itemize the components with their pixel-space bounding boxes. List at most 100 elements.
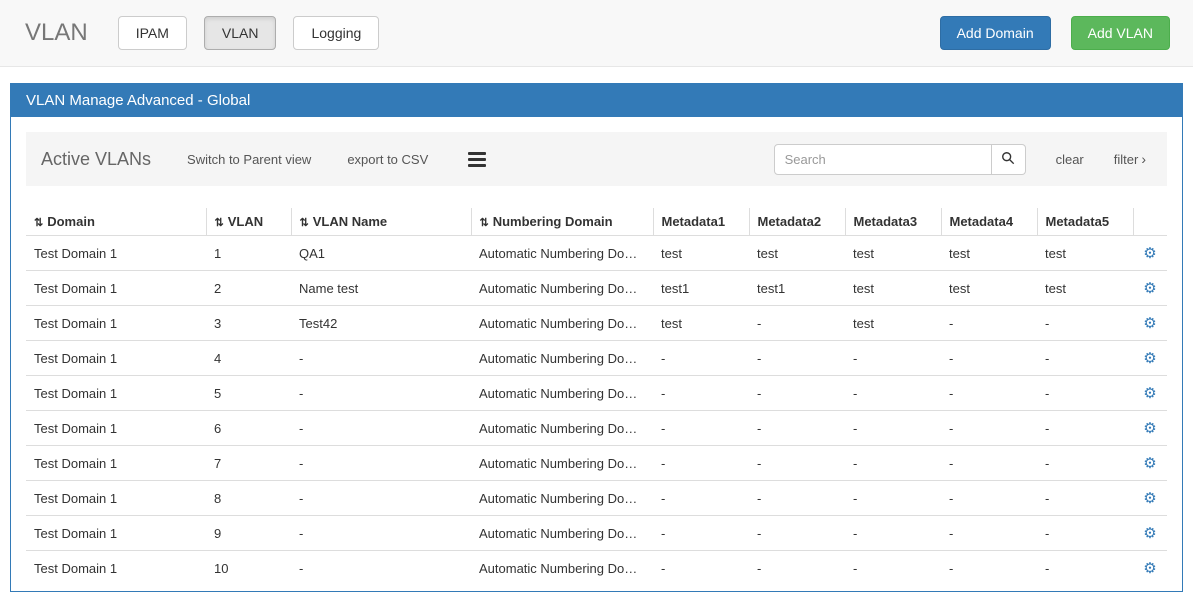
tab-vlan[interactable]: VLAN (204, 16, 277, 50)
gear-icon[interactable]: ⚙ (1143, 455, 1156, 472)
table-cell: 1 (206, 236, 291, 271)
table-cell: - (653, 481, 749, 516)
table-cell: test (1037, 271, 1133, 306)
table-cell: - (653, 376, 749, 411)
row-actions-cell: ⚙ (1133, 516, 1167, 551)
export-csv-link[interactable]: export to CSV (347, 152, 428, 167)
column-header-numbering-domain[interactable]: ⇅Numbering Domain (471, 208, 653, 236)
table-cell: - (845, 551, 941, 586)
gear-icon[interactable]: ⚙ (1143, 245, 1156, 262)
table-cell: Test Domain 1 (26, 306, 206, 341)
vlan-panel: VLAN Manage Advanced - Global Active VLA… (10, 83, 1183, 592)
table-cell: - (749, 376, 845, 411)
table-cell: - (749, 341, 845, 376)
table-cell: - (291, 341, 471, 376)
gear-icon[interactable]: ⚙ (1143, 525, 1156, 542)
table-cell: Test Domain 1 (26, 411, 206, 446)
sort-icon: ⇅ (300, 217, 309, 229)
table-cell: Test Domain 1 (26, 271, 206, 306)
gear-icon[interactable]: ⚙ (1143, 385, 1156, 402)
table-cell: - (653, 551, 749, 586)
top-navbar: VLAN IPAM VLAN Logging Add Domain Add VL… (0, 0, 1193, 67)
active-vlans-title: Active VLANs (41, 149, 151, 170)
gear-icon[interactable]: ⚙ (1143, 560, 1156, 577)
tab-logging[interactable]: Logging (293, 16, 379, 50)
table-cell: Automatic Numbering Doma... (471, 481, 653, 516)
table-row: Test Domain 12Name testAutomatic Numberi… (26, 271, 1167, 306)
table-cell: Test Domain 1 (26, 481, 206, 516)
table-cell: - (1037, 516, 1133, 551)
table-cell: test (845, 236, 941, 271)
table-cell: 10 (206, 551, 291, 586)
vlan-table: ⇅Domain⇅VLAN⇅VLAN Name⇅Numbering Domain M… (26, 208, 1167, 585)
gear-icon[interactable]: ⚙ (1143, 315, 1156, 332)
column-header-actions (1133, 208, 1167, 236)
tab-ipam[interactable]: IPAM (118, 16, 187, 50)
table-cell: - (1037, 481, 1133, 516)
gear-icon[interactable]: ⚙ (1143, 420, 1156, 437)
table-cell: - (291, 551, 471, 586)
row-actions-cell: ⚙ (1133, 411, 1167, 446)
table-cell: Automatic Numbering Doma... (471, 271, 653, 306)
gear-icon[interactable]: ⚙ (1143, 280, 1156, 297)
switch-parent-view-link[interactable]: Switch to Parent view (187, 152, 311, 167)
table-cell: Automatic Numbering Doma... (471, 516, 653, 551)
table-cell: - (653, 446, 749, 481)
panel-title: VLAN Manage Advanced - Global (11, 84, 1182, 117)
table-cell: - (291, 481, 471, 516)
row-actions-cell: ⚙ (1133, 341, 1167, 376)
table-cell: test (1037, 236, 1133, 271)
menu-icon[interactable] (468, 149, 486, 170)
table-cell: 2 (206, 271, 291, 306)
search-group (774, 144, 1026, 175)
table-cell: Name test (291, 271, 471, 306)
table-row: Test Domain 13Test42Automatic Numbering … (26, 306, 1167, 341)
table-cell: 9 (206, 516, 291, 551)
table-cell: - (845, 341, 941, 376)
table-cell: - (291, 446, 471, 481)
table-row: Test Domain 14-Automatic Numbering Doma.… (26, 341, 1167, 376)
table-cell: - (653, 411, 749, 446)
table-cell: Automatic Numbering Doma... (471, 236, 653, 271)
table-cell: - (941, 341, 1037, 376)
gear-icon[interactable]: ⚙ (1143, 490, 1156, 507)
gear-icon[interactable]: ⚙ (1143, 350, 1156, 367)
column-header-metadata5: Metadata5 (1037, 208, 1133, 236)
sort-icon: ⇅ (215, 217, 224, 229)
table-row: Test Domain 19-Automatic Numbering Doma.… (26, 516, 1167, 551)
table-cell: test (653, 236, 749, 271)
table-cell: - (1037, 306, 1133, 341)
table-cell: - (653, 341, 749, 376)
table-cell: test (845, 271, 941, 306)
page-title: VLAN (25, 19, 88, 47)
table-cell: test (845, 306, 941, 341)
table-cell: - (941, 516, 1037, 551)
table-cell: - (749, 446, 845, 481)
add-domain-button[interactable]: Add Domain (940, 16, 1051, 50)
filter-link[interactable]: filter› (1114, 151, 1146, 167)
table-cell: - (1037, 341, 1133, 376)
column-header-metadata4: Metadata4 (941, 208, 1037, 236)
table-cell: test (653, 306, 749, 341)
table-row: Test Domain 16-Automatic Numbering Doma.… (26, 411, 1167, 446)
search-button[interactable] (992, 144, 1026, 175)
table-cell: Test Domain 1 (26, 446, 206, 481)
column-header-metadata3: Metadata3 (845, 208, 941, 236)
column-header-vlan-name[interactable]: ⇅VLAN Name (291, 208, 471, 236)
column-header-vlan[interactable]: ⇅VLAN (206, 208, 291, 236)
table-cell: - (1037, 376, 1133, 411)
table-cell: Automatic Numbering Doma... (471, 376, 653, 411)
table-cell: - (941, 446, 1037, 481)
table-cell: - (845, 481, 941, 516)
add-vlan-button[interactable]: Add VLAN (1071, 16, 1170, 50)
search-input[interactable] (774, 144, 992, 175)
table-cell: test (749, 236, 845, 271)
table-cell: Automatic Numbering Doma... (471, 306, 653, 341)
column-header-domain[interactable]: ⇅Domain (26, 208, 206, 236)
row-actions-cell: ⚙ (1133, 271, 1167, 306)
table-cell: - (749, 516, 845, 551)
table-cell: - (749, 481, 845, 516)
clear-link[interactable]: clear (1056, 152, 1084, 167)
sort-icon: ⇅ (480, 217, 489, 229)
table-cell: - (941, 376, 1037, 411)
